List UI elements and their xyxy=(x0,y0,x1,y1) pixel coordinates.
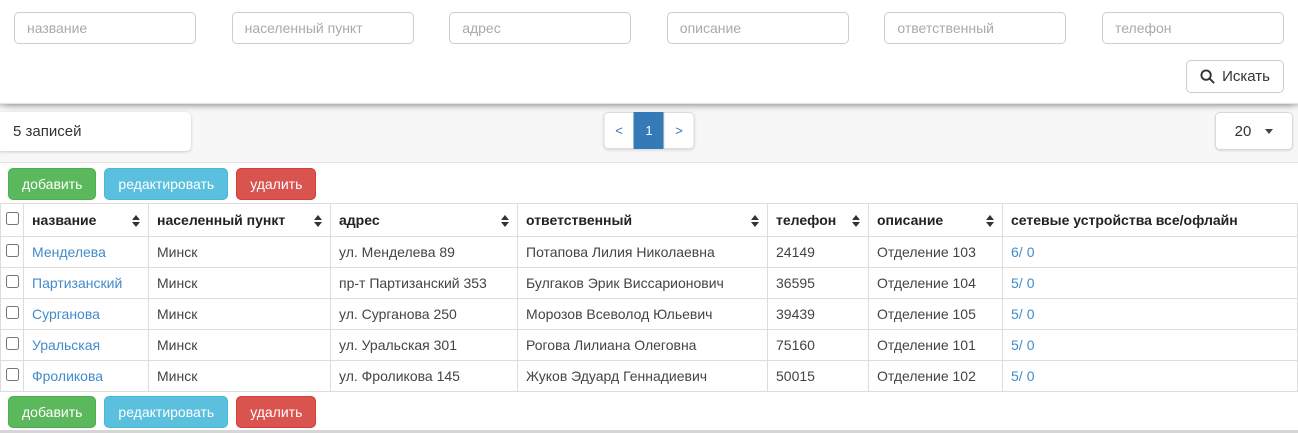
responsible-cell: Потапова Лилия Николаевна xyxy=(518,237,768,268)
records-table: название населенный пункт адрес ответств… xyxy=(0,203,1298,392)
records-count: 5 записей xyxy=(0,112,191,151)
delete-button[interactable]: удалить xyxy=(236,396,316,428)
city-cell: Минск xyxy=(149,299,331,330)
responsible-cell: Жуков Эдуард Геннадиевич xyxy=(518,361,768,392)
meta-band: 5 записей < 1 > 20 xyxy=(0,104,1298,163)
toolbar-top: добавить редактировать удалить xyxy=(8,168,1298,200)
column-header-description[interactable]: описание xyxy=(869,204,1003,237)
record-name-link[interactable]: Менделева xyxy=(32,244,106,260)
row-checkbox[interactable] xyxy=(6,337,19,350)
city-filter-input[interactable] xyxy=(232,12,414,44)
delete-button[interactable]: удалить xyxy=(236,168,316,200)
column-header-name[interactable]: название xyxy=(24,204,149,237)
address-filter-input[interactable] xyxy=(449,12,631,44)
description-cell: Отделение 105 xyxy=(869,299,1003,330)
pagination-page-1[interactable]: 1 xyxy=(634,112,665,149)
devices-offline-link[interactable]: 0 xyxy=(1027,275,1035,291)
devices-all-link[interactable]: 5 xyxy=(1011,306,1019,322)
devices-all-link[interactable]: 5 xyxy=(1011,337,1019,353)
sort-icon[interactable] xyxy=(986,215,994,227)
pagination-next-button[interactable]: > xyxy=(664,112,695,149)
description-cell: Отделение 104 xyxy=(869,268,1003,299)
address-cell: ул. Фроликова 145 xyxy=(331,361,518,392)
city-cell: Минск xyxy=(149,268,331,299)
city-cell: Минск xyxy=(149,237,331,268)
search-button-label: Искать xyxy=(1222,68,1270,85)
name-filter-input[interactable] xyxy=(14,12,196,44)
sort-icon[interactable] xyxy=(501,215,509,227)
phone-cell: 50015 xyxy=(768,361,869,392)
devices-offline-link[interactable]: 0 xyxy=(1027,368,1035,384)
add-button[interactable]: добавить xyxy=(8,396,96,428)
table-row: Фроликова Минск ул. Фроликова 145 Жуков … xyxy=(1,361,1298,392)
search-icon xyxy=(1200,69,1215,84)
devices-all-link[interactable]: 5 xyxy=(1011,275,1019,291)
table-row: Менделева Минск ул. Менделева 89 Потапов… xyxy=(1,237,1298,268)
search-actions: Искать xyxy=(14,60,1284,93)
pagination: < 1 > xyxy=(604,112,695,149)
column-header-address[interactable]: адрес xyxy=(331,204,518,237)
description-cell: Отделение 101 xyxy=(869,330,1003,361)
page-size-value: 20 xyxy=(1235,123,1252,140)
city-cell: Минск xyxy=(149,361,331,392)
row-checkbox[interactable] xyxy=(6,275,19,288)
responsible-cell: Рогова Лилиана Олеговна xyxy=(518,330,768,361)
address-cell: ул. Сурганова 250 xyxy=(331,299,518,330)
add-button[interactable]: добавить xyxy=(8,168,96,200)
address-cell: ул. Менделева 89 xyxy=(331,237,518,268)
toolbar-bottom: добавить редактировать удалить xyxy=(8,396,1298,428)
responsible-cell: Булгаков Эрик Виссарионович xyxy=(518,268,768,299)
record-name-link[interactable]: Партизанский xyxy=(32,275,122,291)
address-cell: пр-т Партизанский 353 xyxy=(331,268,518,299)
phone-cell: 39439 xyxy=(768,299,869,330)
city-cell: Минск xyxy=(149,330,331,361)
row-checkbox[interactable] xyxy=(6,306,19,319)
sort-icon[interactable] xyxy=(132,215,140,227)
column-header-city[interactable]: населенный пункт xyxy=(149,204,331,237)
phone-cell: 36595 xyxy=(768,268,869,299)
chevron-down-icon xyxy=(1265,129,1273,134)
record-name-link[interactable]: Сурганова xyxy=(32,306,100,322)
edit-button[interactable]: редактировать xyxy=(104,168,228,200)
phone-filter-input[interactable] xyxy=(1102,12,1284,44)
description-cell: Отделение 103 xyxy=(869,237,1003,268)
search-button[interactable]: Искать xyxy=(1186,60,1284,93)
select-all-checkbox[interactable] xyxy=(6,212,19,225)
sort-icon[interactable] xyxy=(852,215,860,227)
record-name-link[interactable]: Уральская xyxy=(32,337,100,353)
devices-all-link[interactable]: 6 xyxy=(1011,244,1019,260)
sort-icon[interactable] xyxy=(751,215,759,227)
address-cell: ул. Уральская 301 xyxy=(331,330,518,361)
devices-all-link[interactable]: 5 xyxy=(1011,368,1019,384)
table-row: Уральская Минск ул. Уральская 301 Рогова… xyxy=(1,330,1298,361)
devices-offline-link[interactable]: 0 xyxy=(1027,337,1035,353)
responsible-filter-input[interactable] xyxy=(884,12,1066,44)
description-cell: Отделение 102 xyxy=(869,361,1003,392)
record-name-link[interactable]: Фроликова xyxy=(32,368,103,384)
table-header-row: название населенный пункт адрес ответств… xyxy=(1,204,1298,237)
column-header-devices: сетевые устройства все/офлайн xyxy=(1003,204,1298,237)
column-header-phone[interactable]: телефон xyxy=(768,204,869,237)
devices-offline-link[interactable]: 0 xyxy=(1027,244,1035,260)
pagination-prev-button[interactable]: < xyxy=(604,112,635,149)
sort-icon[interactable] xyxy=(314,215,322,227)
devices-offline-link[interactable]: 0 xyxy=(1027,306,1035,322)
phone-cell: 75160 xyxy=(768,330,869,361)
table-row: Сурганова Минск ул. Сурганова 250 Морозо… xyxy=(1,299,1298,330)
search-fields-row xyxy=(14,12,1284,44)
row-checkbox[interactable] xyxy=(6,244,19,257)
search-panel: Искать xyxy=(0,0,1298,104)
responsible-cell: Морозов Всеволод Юльевич xyxy=(518,299,768,330)
table-row: Партизанский Минск пр-т Партизанский 353… xyxy=(1,268,1298,299)
row-checkbox[interactable] xyxy=(6,368,19,381)
edit-button[interactable]: редактировать xyxy=(104,396,228,428)
description-filter-input[interactable] xyxy=(667,12,849,44)
phone-cell: 24149 xyxy=(768,237,869,268)
page-size-select[interactable]: 20 xyxy=(1215,112,1293,150)
column-header-responsible[interactable]: ответственный xyxy=(518,204,768,237)
